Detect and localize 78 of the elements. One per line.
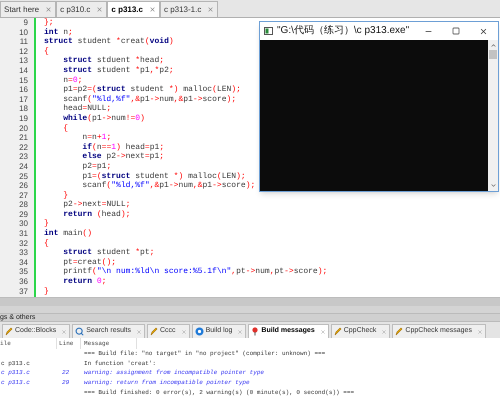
- console-icon: [264, 27, 273, 35]
- code-line: {: [44, 46, 49, 56]
- maximize-icon[interactable]: [452, 27, 460, 35]
- line-number: 13: [19, 56, 28, 66]
- line-number: 17: [19, 94, 28, 104]
- code-line: }: [62, 190, 68, 200]
- code-line: head=NULL;: [62, 104, 112, 114]
- code-line: };: [44, 18, 54, 28]
- editor-tab[interactable]: Start here: [0, 1, 56, 17]
- line-number: 36: [19, 277, 28, 287]
- pencil-icon: [395, 327, 404, 336]
- line-number: 29: [19, 210, 28, 220]
- close-icon[interactable]: [479, 26, 488, 36]
- line-number: 9: [24, 18, 28, 28]
- line-number: 26: [19, 181, 28, 191]
- line-number: 31: [19, 229, 28, 239]
- line-number: 30: [19, 219, 28, 230]
- line-number: 28: [19, 200, 28, 210]
- line-number: 11: [20, 37, 28, 47]
- scrollbar-thumb[interactable]: [489, 50, 497, 59]
- line-number: 22: [19, 142, 28, 152]
- line-number: 24: [19, 162, 28, 172]
- code-line: int n;: [44, 28, 73, 38]
- code-line: else p2->next=p1;: [81, 152, 164, 162]
- code-line: n=n+1;: [81, 133, 112, 143]
- code-line: printf("\n num:%ld\n score:%5.1f\n",pt->num,pt->score);: [62, 267, 328, 278]
- pin-icon: [251, 327, 260, 336]
- pencil-icon: [150, 327, 158, 336]
- horizontal-scrollbar[interactable]: [0, 297, 500, 306]
- code-line: return (head);: [62, 210, 130, 220]
- line-number: 15: [19, 76, 28, 86]
- code-line: struct student *pt;: [62, 248, 154, 258]
- search-icon: [75, 327, 84, 336]
- vertical-scrollbar[interactable]: [488, 40, 498, 191]
- code-line: scanf("%ld,%f",&p1->num,&p1->score);: [62, 94, 236, 104]
- line-number: 19: [19, 114, 28, 124]
- pencil-icon: [334, 327, 342, 336]
- code-line: int main(): [44, 229, 92, 239]
- line-number: 32: [19, 238, 28, 248]
- window-title: "G:\代码（练习）\c p313.exe": [277, 25, 410, 37]
- scroll-up-icon[interactable]: [490, 42, 496, 49]
- line-number: 33: [19, 248, 28, 258]
- code-line: {: [62, 124, 68, 134]
- line-number: 21: [19, 133, 28, 143]
- editor-tab[interactable]: c p310.c: [56, 1, 108, 17]
- code-line: struct stduent *head;: [62, 56, 164, 66]
- code-line: p2->next=NULL;: [62, 200, 130, 210]
- code-line: {: [44, 238, 49, 248]
- line-number: 14: [19, 66, 28, 76]
- code-line: pt=creat();: [62, 258, 116, 267]
- code-line: p1=(struct student *) malloc(LEN);: [81, 172, 246, 181]
- code-line: scanf("%ld,%f",&p1->num,&p1->score);: [81, 181, 256, 191]
- code-line: }: [44, 286, 49, 296]
- editor-tab[interactable]: c p313-1.c: [160, 1, 218, 17]
- line-number: 20: [19, 124, 28, 134]
- code-line: struct student *p1,*p2;: [62, 66, 174, 76]
- scroll-down-icon[interactable]: [490, 182, 496, 189]
- circle-icon: [194, 327, 204, 336]
- code-line: }: [44, 219, 49, 229]
- line-number: 18: [19, 104, 28, 114]
- code-line: if(n==1) head=p1;: [81, 142, 164, 152]
- line-number: 23: [19, 152, 28, 162]
- line-number: 35: [19, 267, 28, 278]
- code-line: p1=p2=(struct student *) malloc(LEN);: [62, 85, 241, 95]
- line-number: 16: [19, 85, 28, 95]
- line-number: 25: [19, 172, 28, 182]
- line-number: 12: [19, 46, 28, 56]
- line-number: 37: [19, 286, 28, 296]
- code-line: while(p1->num!=0): [62, 114, 145, 124]
- pencil-icon: [5, 327, 13, 336]
- code-line: return 0;: [62, 277, 106, 287]
- code-line: n=0;: [62, 76, 82, 86]
- code-line: struct student *creat(void): [44, 37, 174, 47]
- line-number: 10: [19, 28, 28, 38]
- editor-tab[interactable]: c p313.c: [107, 1, 160, 17]
- code-line: p2=p1;: [81, 162, 112, 172]
- line-number: 27: [19, 190, 28, 200]
- line-number: 34: [19, 258, 28, 268]
